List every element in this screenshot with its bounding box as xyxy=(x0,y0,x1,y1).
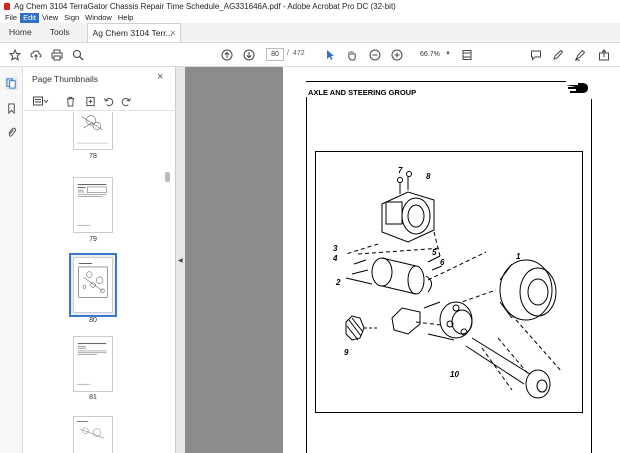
panel-splitter[interactable]: ◀ xyxy=(176,67,185,453)
callout-3: 3 xyxy=(333,244,338,253)
thumbnail-label: 78 xyxy=(89,153,97,160)
exploded-view-drawing xyxy=(345,171,563,399)
tab-document-label: Ag Chem 3104 Terr... xyxy=(92,28,173,38)
page-thumbnails-icon[interactable] xyxy=(5,77,18,90)
toolbar: 80 / 472 66.7% ▼ xyxy=(0,43,620,67)
hand-tool-icon[interactable] xyxy=(345,48,359,62)
select-cursor-icon[interactable] xyxy=(323,48,337,62)
redo-icon[interactable] xyxy=(120,95,132,107)
highlight-icon[interactable] xyxy=(573,48,587,62)
pen-icon[interactable] xyxy=(551,48,565,62)
menu-bar: File Edit View Sign Window Help xyxy=(0,12,620,23)
thumbnail-page-79[interactable] xyxy=(73,177,113,233)
page-down-icon[interactable] xyxy=(242,48,256,62)
callout-6: 6 xyxy=(440,258,445,267)
window-title: Ag Chem 3104 TerraGator Chassis Repair T… xyxy=(14,1,396,11)
trash-icon[interactable] xyxy=(64,95,76,107)
fit-page-icon[interactable] xyxy=(460,48,474,62)
page-left-rule xyxy=(306,97,307,453)
page-right-rule xyxy=(591,99,592,453)
thumbnail-page-81[interactable] xyxy=(73,336,113,392)
menu-sign[interactable]: Sign xyxy=(61,13,82,23)
panel-title: Page Thumbnails xyxy=(32,74,98,84)
title-bar: Ag Chem 3104 TerraGator Chassis Repair T… xyxy=(0,0,620,12)
section-title: AXLE AND STEERING GROUP xyxy=(308,88,417,97)
tab-tools[interactable]: Tools xyxy=(41,22,79,42)
callout-8: 8 xyxy=(426,172,431,181)
options-menu-icon[interactable] xyxy=(32,95,50,107)
scrollbar-thumb[interactable] xyxy=(165,172,170,182)
thumbnail-page-82[interactable] xyxy=(73,416,113,453)
callout-1: 1 xyxy=(516,252,521,261)
zoom-value: 66.7% xyxy=(420,51,440,58)
callout-7: 7 xyxy=(398,166,403,175)
thumbnail-list: 78 79 80 81 xyxy=(24,112,176,453)
menu-edit[interactable]: Edit xyxy=(20,12,40,23)
callout-9: 9 xyxy=(344,348,349,357)
pdf-page: AXLE AND STEERING GROUP 7 8 3 4 5 6 2 1 … xyxy=(283,67,620,453)
search-icon[interactable] xyxy=(71,48,85,62)
comment-icon[interactable] xyxy=(529,48,543,62)
callout-10: 10 xyxy=(450,370,459,379)
bookmark-icon[interactable] xyxy=(5,102,18,115)
collapse-arrow-icon[interactable]: ◀ xyxy=(178,257,183,264)
close-icon[interactable]: × xyxy=(170,24,175,42)
page-up-icon[interactable] xyxy=(220,48,234,62)
thumbnail-scrollbar[interactable] xyxy=(164,112,171,453)
pointing-hand-icon xyxy=(565,82,589,96)
menu-view[interactable]: View xyxy=(39,13,61,23)
undo-icon[interactable] xyxy=(102,95,114,107)
close-panel-icon[interactable]: × xyxy=(157,71,163,83)
page-separator: / xyxy=(287,50,289,57)
star-icon[interactable] xyxy=(8,48,22,62)
thumbnail-label: 80 xyxy=(89,317,97,324)
thumbnail-toolbar xyxy=(24,91,176,111)
tab-document[interactable]: Ag Chem 3104 Terr... × xyxy=(86,23,181,42)
page-total: 472 xyxy=(293,50,305,57)
attachment-icon[interactable] xyxy=(5,126,18,139)
menu-file[interactable]: File xyxy=(2,13,20,23)
zoom-in-icon[interactable] xyxy=(390,48,404,62)
navigation-rail xyxy=(0,67,23,453)
tab-home[interactable]: Home xyxy=(0,22,41,42)
axle-steering-diagram: 7 8 3 4 5 6 2 1 9 10 xyxy=(315,151,583,413)
callout-5: 5 xyxy=(432,248,437,257)
thumbnail-page-80[interactable] xyxy=(73,257,113,313)
share-icon[interactable] xyxy=(597,48,611,62)
thumbnail-label: 79 xyxy=(89,236,97,243)
thumbnails-panel: Page Thumbnails × 78 79 80 81 xyxy=(24,67,176,453)
page-number-input[interactable]: 80 xyxy=(266,48,284,61)
upload-icon[interactable] xyxy=(29,48,43,62)
insert-page-icon[interactable] xyxy=(84,95,96,107)
header-rule xyxy=(306,81,566,82)
chevron-down-icon: ▼ xyxy=(445,51,451,57)
document-view[interactable]: AXLE AND STEERING GROUP 7 8 3 4 5 6 2 1 … xyxy=(185,67,620,453)
callout-2: 2 xyxy=(336,278,341,287)
thumbnail-label: 81 xyxy=(89,394,97,401)
zoom-select[interactable]: 66.7% ▼ xyxy=(413,48,453,61)
thumbnail-page-78[interactable] xyxy=(73,112,113,150)
tab-bar: Home Tools Ag Chem 3104 Terr... × xyxy=(0,23,620,43)
callout-4: 4 xyxy=(333,254,338,263)
print-icon[interactable] xyxy=(50,48,64,62)
menu-window[interactable]: Window xyxy=(82,13,115,23)
zoom-out-icon[interactable] xyxy=(368,48,382,62)
acrobat-icon xyxy=(4,2,10,10)
menu-help[interactable]: Help xyxy=(115,13,136,23)
